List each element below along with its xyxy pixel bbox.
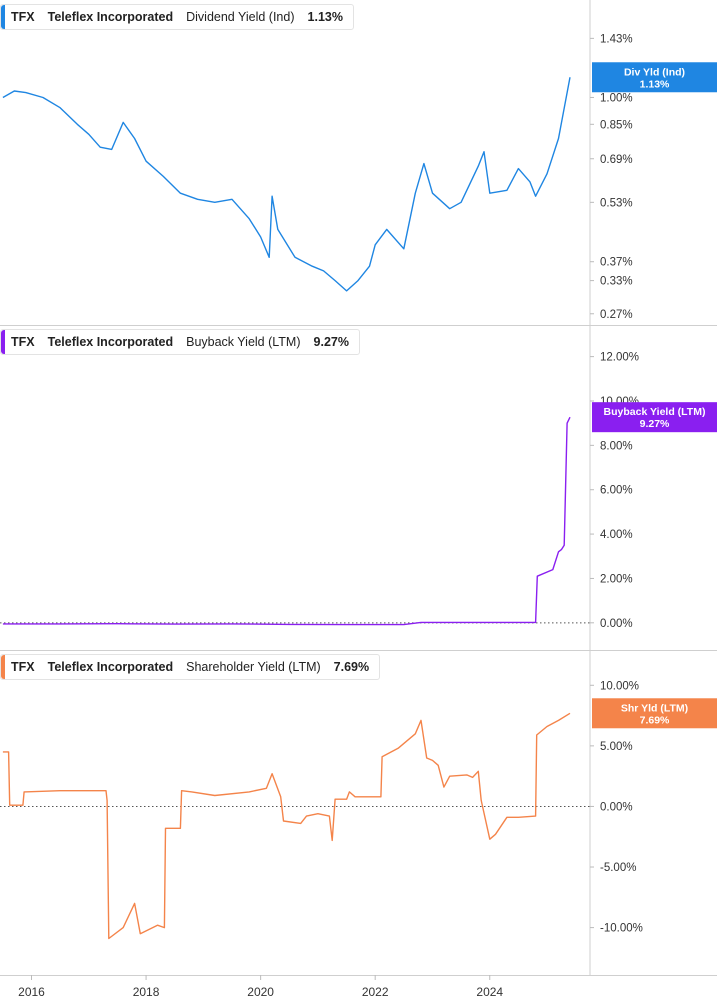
y-tick-label: 6.00%	[600, 485, 633, 497]
value-badge-value: 9.27%	[640, 418, 670, 430]
value-badge-label: Buyback Yield (LTM)	[604, 406, 706, 418]
value-badge-label: Div Yld (Ind)	[624, 66, 685, 78]
legend-ticker: TFX	[11, 10, 35, 24]
y-tick-label: 1.00%	[600, 92, 633, 104]
legend-ticker: TFX	[11, 335, 35, 349]
legend-ticker: TFX	[11, 660, 35, 674]
legend-swatch	[1, 330, 5, 354]
y-tick-label: 0.37%	[600, 257, 633, 269]
legend-value: 9.27%	[313, 335, 349, 349]
legend-swatch	[1, 655, 5, 679]
y-tick-label: -5.00%	[600, 862, 636, 874]
legend-shareholder-yield: TFX Teleflex Incorporated Shareholder Yi…	[0, 654, 381, 680]
x-tick-label: 2020	[247, 985, 274, 999]
y-tick-label: 0.85%	[600, 119, 633, 131]
legend-company: Teleflex Incorporated	[47, 10, 174, 24]
y-tick-label: 4.00%	[600, 529, 633, 541]
y-tick-label: 0.27%	[600, 309, 633, 321]
buyback-yield-panel: 12.00%10.00%8.00%6.00%4.00%2.00%0.00%Buy…	[0, 352, 717, 630]
legend-swatch	[1, 5, 5, 29]
x-tick-label: 2018	[133, 985, 160, 999]
y-tick-label: 12.00%	[600, 352, 639, 364]
y-tick-label: 0.53%	[600, 197, 633, 209]
legend-dividend-yield: TFX Teleflex Incorporated Dividend Yield…	[0, 4, 354, 30]
series-line	[2, 712, 571, 940]
y-tick-label: -10.00%	[600, 923, 643, 935]
legend-value: 7.69%	[333, 660, 370, 674]
x-tick-label: 2016	[18, 985, 45, 999]
y-tick-label: 0.00%	[600, 801, 633, 813]
x-tick-label: 2024	[476, 985, 503, 999]
y-tick-label: 10.00%	[600, 680, 639, 692]
series-line	[2, 77, 571, 292]
legend-company: Teleflex Incorporated	[47, 335, 174, 349]
dividend-yield-panel: 1.43% 1.00% 0.85% 0.69% 0.53% 0.37% 0.33% 0.27%…	[2, 33, 717, 321]
legend-metric: Shareholder Yield (LTM)	[186, 660, 321, 674]
legend-metric: Dividend Yield (Ind)	[186, 10, 295, 24]
legend-value: 1.13%	[307, 10, 343, 24]
legend-buyback-yield: TFX Teleflex Incorporated Buyback Yield …	[0, 329, 360, 355]
legend-company: Teleflex Incorporated	[47, 660, 174, 674]
x-axis: 2016 2018 2020 2022 2024	[18, 975, 503, 999]
y-tick-label: 0.69%	[600, 154, 633, 166]
y-tick-label: 0.33%	[600, 276, 633, 288]
value-badge-value: 7.69%	[640, 714, 670, 726]
value-badge-value: 1.13%	[640, 78, 670, 90]
y-tick-label: 0.00%	[600, 618, 633, 630]
value-badge-label: Shr Yld (LTM)	[621, 702, 688, 714]
y-tick-label: 1.43%	[600, 33, 633, 45]
series-line	[2, 416, 571, 626]
y-tick-label: 8.00%	[600, 440, 633, 452]
y-tick-label: 2.00%	[600, 573, 633, 585]
chart: 1.43% 1.00% 0.85% 0.69% 0.53% 0.37% 0.33% 0.27%…	[0, 0, 717, 999]
shareholder-yield-panel: 10.00% 5.00% 0.00% -5.00% -10.00% Shr Yld (LT…	[0, 680, 717, 940]
legend-metric: Buyback Yield (LTM)	[186, 335, 301, 349]
y-tick-label: 5.00%	[600, 741, 633, 753]
x-tick-label: 2022	[362, 985, 389, 999]
